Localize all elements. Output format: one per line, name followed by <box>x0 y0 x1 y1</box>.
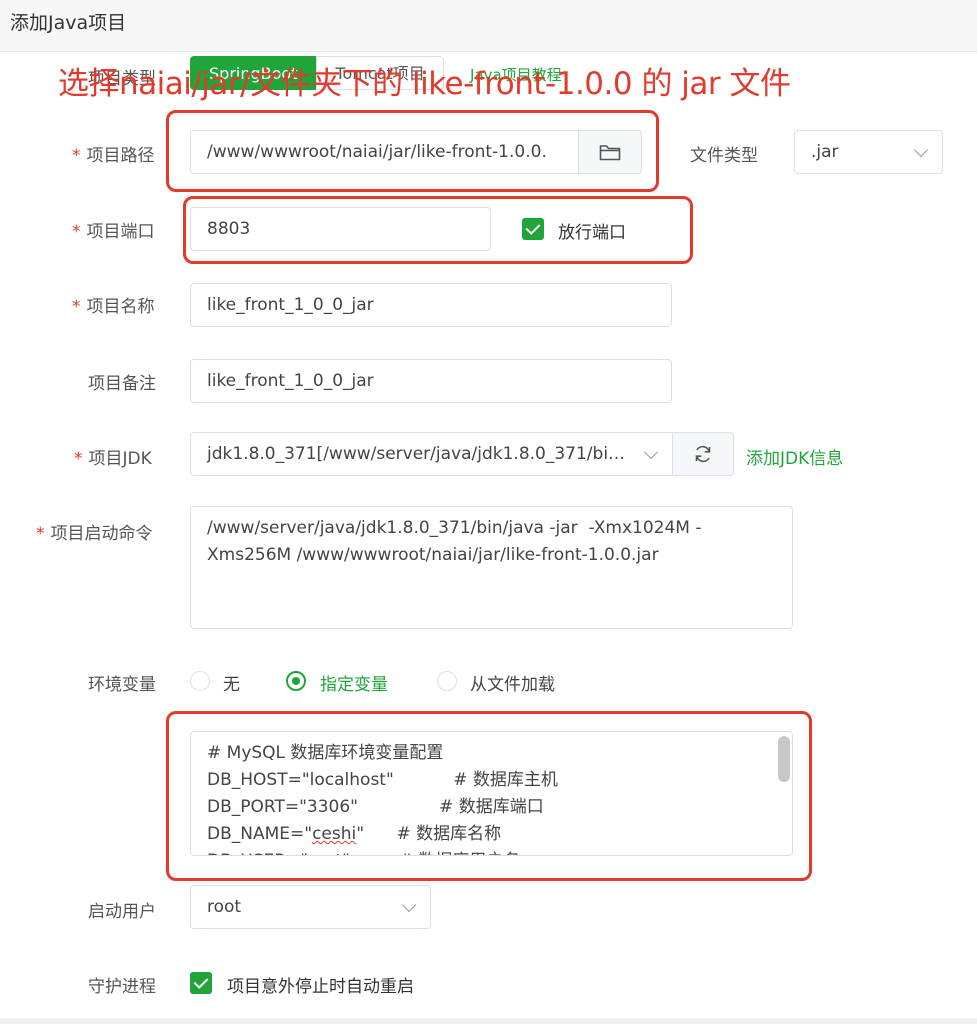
required-mark: * <box>72 222 81 242</box>
spellcheck-word: ceshi <box>312 824 357 844</box>
daemon-label: 守护进程 <box>88 977 156 997</box>
release-port-label: 放行端口 <box>558 223 626 243</box>
start-user-label: 启动用户 <box>88 902 156 922</box>
start-command-line: /www/server/java/jdk1.8.0_371/bin/java -… <box>207 518 702 538</box>
project-path-label: * 项目路径 <box>72 146 155 166</box>
radio-specified-label: 指定变量 <box>320 675 388 695</box>
project-name-input[interactable]: like_front_1_0_0_jar <box>190 283 672 327</box>
chevron-down-icon <box>401 897 417 913</box>
start-command-textarea[interactable]: /www/server/java/jdk1.8.0_371/bin/java -… <box>190 506 793 629</box>
required-mark: * <box>36 524 45 544</box>
project-remark-input[interactable]: like_front_1_0_0_jar <box>190 359 672 403</box>
refresh-jdk-button[interactable] <box>672 432 734 476</box>
add-jdk-link[interactable]: 添加JDK信息 <box>746 444 843 469</box>
dialog-title: 添加Java项目 <box>10 12 127 34</box>
dialog-footer-strip <box>0 1018 977 1024</box>
start-user-select[interactable]: root <box>190 885 431 929</box>
file-type-label: 文件类型 <box>690 146 758 166</box>
required-mark: * <box>72 297 81 317</box>
env-line: DB_HOST="localhost" # 数据库主机 <box>207 770 558 790</box>
project-port-label: * 项目端口 <box>72 222 155 242</box>
project-remark-label: 项目备注 <box>88 374 156 394</box>
radio-from-file-label: 从文件加载 <box>470 675 555 695</box>
project-name-label: * 项目名称 <box>72 297 155 317</box>
required-mark: * <box>74 449 83 469</box>
file-type-select[interactable]: .jar <box>794 130 943 174</box>
refresh-icon <box>695 445 711 463</box>
folder-icon <box>599 145 621 161</box>
env-scrollbar[interactable] <box>778 736 790 851</box>
env-vars-label: 环境变量 <box>88 675 156 695</box>
chevron-down-icon <box>643 444 659 460</box>
env-line: DB_NAME="ceshi" # 数据库名称 <box>207 824 502 844</box>
env-line: DB_PORT="3306" # 数据库端口 <box>207 797 544 817</box>
env-scrollbar-thumb[interactable] <box>778 736 790 782</box>
jdk-select[interactable]: jdk1.8.0_371[/www/server/java/jdk1.8.0_3… <box>190 432 673 476</box>
start-command-label: * 项目启动命令 <box>36 524 153 544</box>
project-path-input[interactable]: /www/wwwroot/naiai/jar/like-front-1.0.0. <box>190 130 579 174</box>
project-jdk-label: * 项目JDK <box>74 449 152 469</box>
dialog-header: 添加Java项目 <box>0 0 977 52</box>
auto-restart-label: 项目意外停止时自动重启 <box>227 977 414 997</box>
env-line: DB_USER="root" # 数据库用户名 <box>207 848 776 855</box>
env-vars-textarea[interactable]: # MySQL 数据库环境变量配置 DB_HOST="localhost" # … <box>190 731 793 856</box>
chevron-down-icon <box>913 142 929 158</box>
project-port-input[interactable]: 8803 <box>190 207 491 251</box>
required-mark: * <box>72 146 81 166</box>
start-command-line: Xms256M /www/wwwroot/naiai/jar/like-fron… <box>207 545 659 565</box>
browse-folder-button[interactable] <box>578 130 642 174</box>
release-port-checkbox[interactable] <box>522 218 544 240</box>
radio-none[interactable] <box>190 671 210 691</box>
radio-none-label: 无 <box>223 675 240 695</box>
annotation-text: 选择naiai/jar/文件夹下的 like-front-1.0.0 的 jar… <box>58 66 791 102</box>
radio-specified[interactable] <box>286 671 306 691</box>
env-line: # MySQL 数据库环境变量配置 <box>207 743 444 763</box>
radio-from-file[interactable] <box>437 671 457 691</box>
auto-restart-checkbox[interactable] <box>190 972 212 994</box>
